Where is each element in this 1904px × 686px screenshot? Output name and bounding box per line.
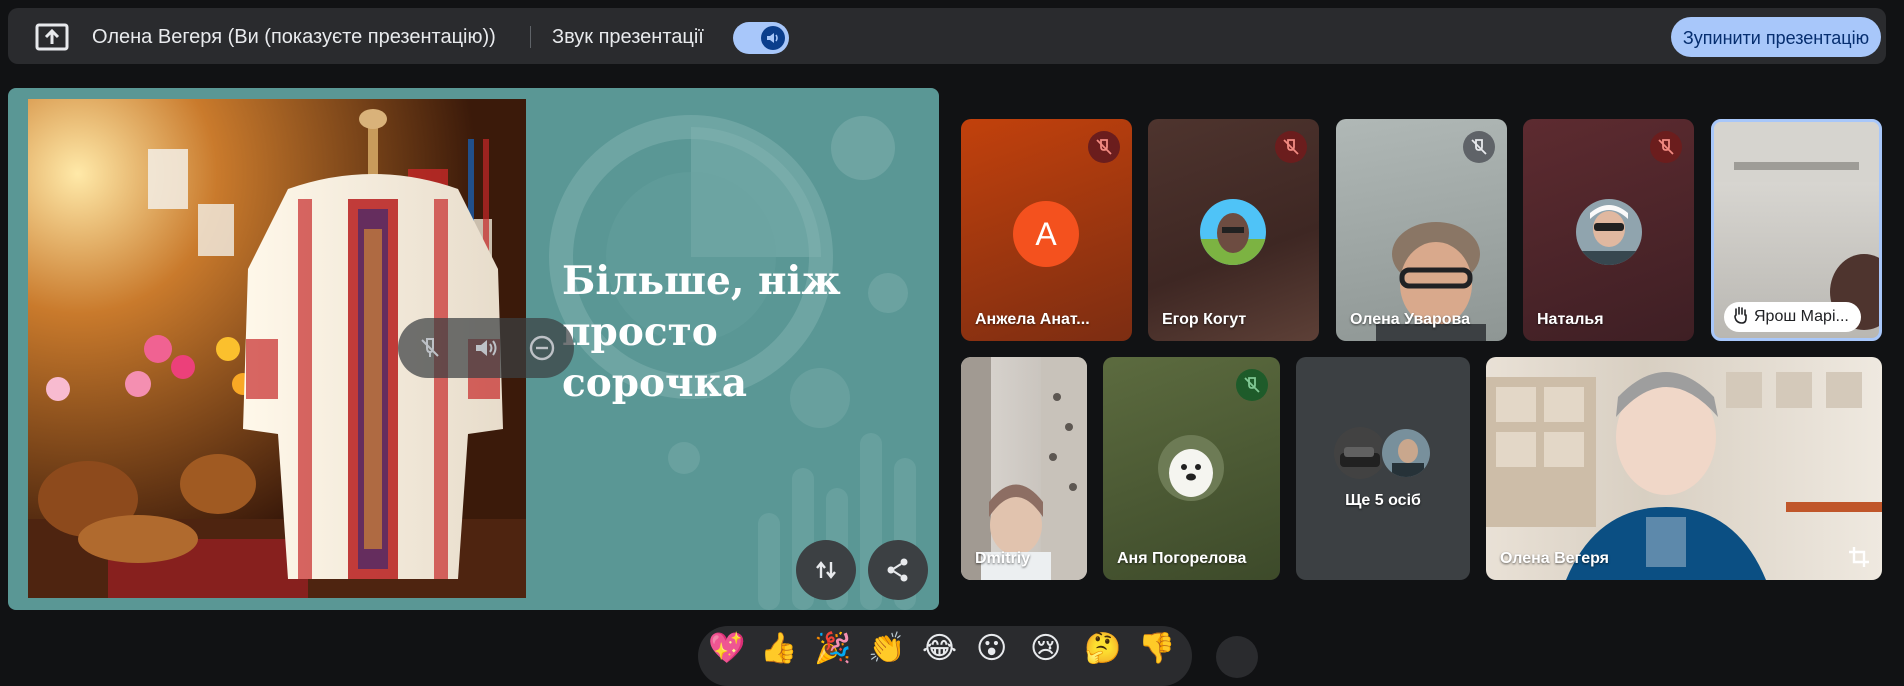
- participant-video: [961, 357, 1087, 580]
- participant-name: Аня Погорелова: [1117, 550, 1247, 567]
- participant-tile[interactable]: Олена Уварова: [1336, 119, 1507, 341]
- slide-title: Більше, ніж просто сорочка: [562, 258, 841, 406]
- reaction-thumbs-up[interactable]: 👍: [760, 632, 797, 666]
- volume-icon[interactable]: [470, 332, 502, 364]
- reaction-sad[interactable]: 😢: [1030, 632, 1061, 666]
- divider: [530, 26, 531, 48]
- mic-off-icon: [1275, 131, 1307, 163]
- mic-off-icon: [1236, 369, 1268, 401]
- more-reactions-button[interactable]: [1216, 636, 1258, 678]
- presenting-bar: Олена Вегеря (Ви (показуєте презентацію)…: [8, 8, 1886, 64]
- avatar: [1334, 427, 1386, 479]
- reposition-tile-button[interactable]: [796, 540, 856, 600]
- reactions-bar: 💖 👍 🎉 👏 😂 😮 😢 🤔 👎: [698, 626, 1192, 686]
- tile-hover-controls: [398, 318, 574, 378]
- avatar: [1380, 427, 1432, 479]
- stop-presenting-button[interactable]: Зупинити презентацію: [1671, 17, 1881, 57]
- self-view-tile[interactable]: Олена Вегеря: [1486, 357, 1882, 580]
- participant-name: Dmitriy: [975, 550, 1031, 567]
- participant-name: Егор Когут: [1162, 311, 1247, 328]
- mute-presentation-button[interactable]: [414, 332, 446, 364]
- reaction-thumbs-down[interactable]: 👎: [1138, 632, 1175, 666]
- participant-tile[interactable]: Егор Когут: [1148, 119, 1319, 341]
- avatar: А: [1013, 201, 1079, 267]
- crop-icon[interactable]: [1842, 540, 1876, 574]
- reaction-surprised[interactable]: 😮: [976, 632, 1007, 666]
- avatar: [1576, 199, 1642, 265]
- participant-name: Анжела Анат...: [975, 311, 1090, 328]
- participant-tile[interactable]: Аня Погорелова: [1103, 357, 1280, 580]
- mic-off-icon: [1463, 131, 1495, 163]
- remove-tile-button[interactable]: [526, 332, 558, 364]
- share-icon[interactable]: [868, 540, 928, 600]
- more-participants-tile[interactable]: Ще 5 осіб: [1296, 357, 1470, 580]
- reaction-party[interactable]: 🎉: [814, 632, 851, 666]
- presenter-title: Олена Вегеря (Ви (показуєте презентацію)…: [92, 26, 496, 48]
- presentation-stage: Більше, ніж просто сорочка: [8, 88, 939, 610]
- avatar: [1158, 435, 1224, 501]
- more-participants-label: Ще 5 осіб: [1345, 492, 1421, 509]
- participant-name: Наталья: [1537, 311, 1604, 328]
- presentation-sound-toggle[interactable]: [733, 22, 789, 54]
- mic-off-icon: [1650, 131, 1682, 163]
- present-screen-icon: [32, 22, 72, 52]
- reaction-laugh[interactable]: 😂: [922, 632, 957, 666]
- reaction-clap[interactable]: 👏: [868, 632, 905, 666]
- raised-hand-chip: Ярош Марі...: [1724, 302, 1861, 332]
- participant-video: [1486, 372, 1882, 580]
- reaction-thinking[interactable]: 🤔: [1084, 632, 1121, 666]
- participant-tile[interactable]: Наталья: [1523, 119, 1694, 341]
- presentation-sound-label: Звук презентації: [552, 26, 704, 48]
- volume-icon: [761, 26, 785, 50]
- participant-tile[interactable]: Dmitriy: [961, 357, 1087, 580]
- participant-tile-active[interactable]: Ярош Марі...: [1711, 119, 1882, 341]
- participant-name: Ярош Марі...: [1754, 308, 1849, 325]
- reaction-heart[interactable]: 💖: [708, 632, 745, 666]
- avatar: [1200, 199, 1266, 265]
- participant-name: Олена Вегеря: [1500, 550, 1610, 567]
- participant-name: Олена Уварова: [1350, 311, 1471, 328]
- participant-tile[interactable]: А Анжела Анат...: [961, 119, 1132, 341]
- mic-off-icon: [1088, 131, 1120, 163]
- raised-hand-icon: [1732, 306, 1748, 329]
